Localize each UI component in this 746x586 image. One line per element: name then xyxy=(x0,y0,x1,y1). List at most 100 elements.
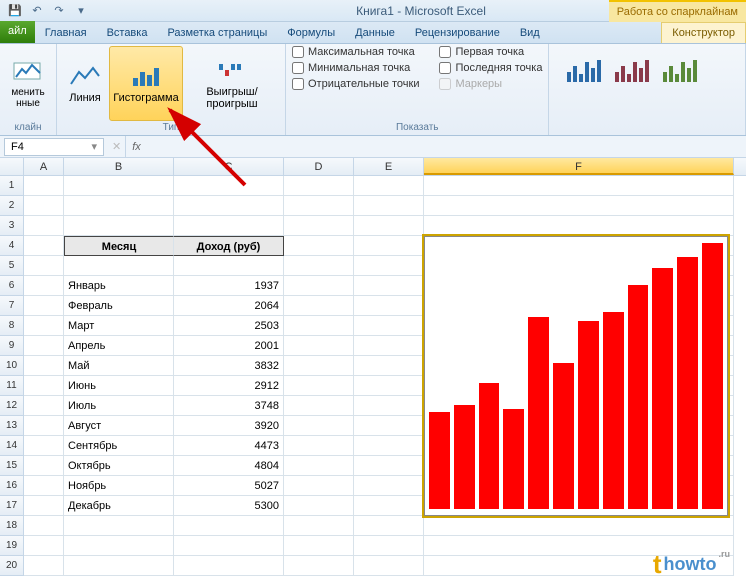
style-thumb-1[interactable] xyxy=(565,54,607,84)
cell[interactable] xyxy=(284,236,354,256)
cell[interactable] xyxy=(24,176,64,196)
row-header[interactable]: 6 xyxy=(0,276,24,296)
cell[interactable] xyxy=(24,556,64,576)
cell[interactable] xyxy=(64,176,174,196)
cell[interactable]: Март xyxy=(64,316,174,336)
cell[interactable] xyxy=(284,356,354,376)
cell[interactable] xyxy=(24,376,64,396)
tab-insert[interactable]: Вставка xyxy=(97,23,158,43)
cell[interactable] xyxy=(24,316,64,336)
cell[interactable] xyxy=(24,356,64,376)
check-low-point[interactable]: Минимальная точка xyxy=(292,62,419,74)
cell[interactable] xyxy=(284,516,354,536)
name-box[interactable]: F4 ▾ xyxy=(4,138,104,156)
cell[interactable] xyxy=(354,256,424,276)
cell[interactable] xyxy=(284,396,354,416)
cell[interactable] xyxy=(354,216,424,236)
cell[interactable] xyxy=(174,216,284,236)
row-header[interactable]: 18 xyxy=(0,516,24,536)
cell[interactable] xyxy=(24,236,64,256)
cell[interactable] xyxy=(354,476,424,496)
cell[interactable] xyxy=(284,196,354,216)
cell[interactable] xyxy=(284,176,354,196)
edit-data-button[interactable]: менить нные xyxy=(6,46,50,121)
cell[interactable] xyxy=(174,256,284,276)
cell[interactable]: 3920 xyxy=(174,416,284,436)
cell[interactable] xyxy=(24,416,64,436)
tab-formulas[interactable]: Формулы xyxy=(277,23,345,43)
cell[interactable] xyxy=(174,536,284,556)
cell[interactable]: Февраль xyxy=(64,296,174,316)
cell[interactable] xyxy=(284,216,354,236)
col-header-D[interactable]: D xyxy=(284,158,354,175)
cell[interactable] xyxy=(354,276,424,296)
cell[interactable] xyxy=(354,236,424,256)
cell[interactable] xyxy=(284,336,354,356)
cell[interactable] xyxy=(24,436,64,456)
cell[interactable] xyxy=(24,216,64,236)
cell[interactable] xyxy=(354,556,424,576)
tab-file[interactable]: айл xyxy=(0,21,35,43)
cell[interactable] xyxy=(354,356,424,376)
cell[interactable] xyxy=(24,516,64,536)
cell[interactable]: 2912 xyxy=(174,376,284,396)
cell[interactable]: Июль xyxy=(64,396,174,416)
col-header-B[interactable]: B xyxy=(64,158,174,175)
tab-page-layout[interactable]: Разметка страницы xyxy=(157,23,277,43)
cell[interactable] xyxy=(24,276,64,296)
row-header[interactable]: 17 xyxy=(0,496,24,516)
cell[interactable] xyxy=(24,396,64,416)
row-header[interactable]: 8 xyxy=(0,316,24,336)
cell[interactable]: 5027 xyxy=(174,476,284,496)
check-negative-points[interactable]: Отрицательные точки xyxy=(292,78,419,90)
cell[interactable] xyxy=(284,496,354,516)
cell[interactable] xyxy=(64,516,174,536)
cell[interactable]: 1937 xyxy=(174,276,284,296)
row-header[interactable]: 1 xyxy=(0,176,24,196)
cell[interactable] xyxy=(354,416,424,436)
cell[interactable]: 2001 xyxy=(174,336,284,356)
tab-design[interactable]: Конструктор xyxy=(661,22,746,43)
select-all-corner[interactable] xyxy=(0,158,24,175)
cell[interactable] xyxy=(354,376,424,396)
row-header[interactable]: 5 xyxy=(0,256,24,276)
sparkline-cell[interactable] xyxy=(424,236,728,516)
col-header-E[interactable]: E xyxy=(354,158,424,175)
row-header[interactable]: 2 xyxy=(0,196,24,216)
cell[interactable] xyxy=(284,536,354,556)
row-header[interactable]: 10 xyxy=(0,356,24,376)
cell[interactable] xyxy=(24,536,64,556)
cell[interactable]: Октябрь xyxy=(64,456,174,476)
name-box-dropdown-icon[interactable]: ▾ xyxy=(91,140,97,153)
cell[interactable] xyxy=(24,196,64,216)
check-last-point[interactable]: Последняя точка xyxy=(439,62,542,74)
cell[interactable] xyxy=(64,216,174,236)
cell[interactable] xyxy=(24,456,64,476)
row-header[interactable]: 11 xyxy=(0,376,24,396)
col-header-F[interactable]: F xyxy=(424,158,734,175)
cell[interactable] xyxy=(354,336,424,356)
cell[interactable] xyxy=(354,316,424,336)
cell[interactable] xyxy=(284,476,354,496)
cell[interactable] xyxy=(354,176,424,196)
cell[interactable] xyxy=(354,516,424,536)
cell[interactable] xyxy=(284,416,354,436)
cell[interactable] xyxy=(24,496,64,516)
cell[interactable] xyxy=(24,476,64,496)
worksheet-grid[interactable]: ABCDEF 1234МесяцДоход (руб)56Январь19377… xyxy=(0,158,746,576)
line-button[interactable]: Линия xyxy=(63,46,107,121)
row-header[interactable]: 9 xyxy=(0,336,24,356)
cell[interactable]: Сентябрь xyxy=(64,436,174,456)
cell[interactable] xyxy=(424,196,734,216)
cell[interactable] xyxy=(24,336,64,356)
cell[interactable] xyxy=(424,216,734,236)
cell[interactable] xyxy=(64,196,174,216)
cell[interactable] xyxy=(354,496,424,516)
cell[interactable]: Ноябрь xyxy=(64,476,174,496)
cell[interactable]: Декабрь xyxy=(64,496,174,516)
cell[interactable] xyxy=(64,556,174,576)
undo-icon[interactable]: ↶ xyxy=(28,2,46,20)
style-thumb-3[interactable] xyxy=(661,54,703,84)
cell[interactable] xyxy=(354,296,424,316)
cell[interactable]: 4804 xyxy=(174,456,284,476)
